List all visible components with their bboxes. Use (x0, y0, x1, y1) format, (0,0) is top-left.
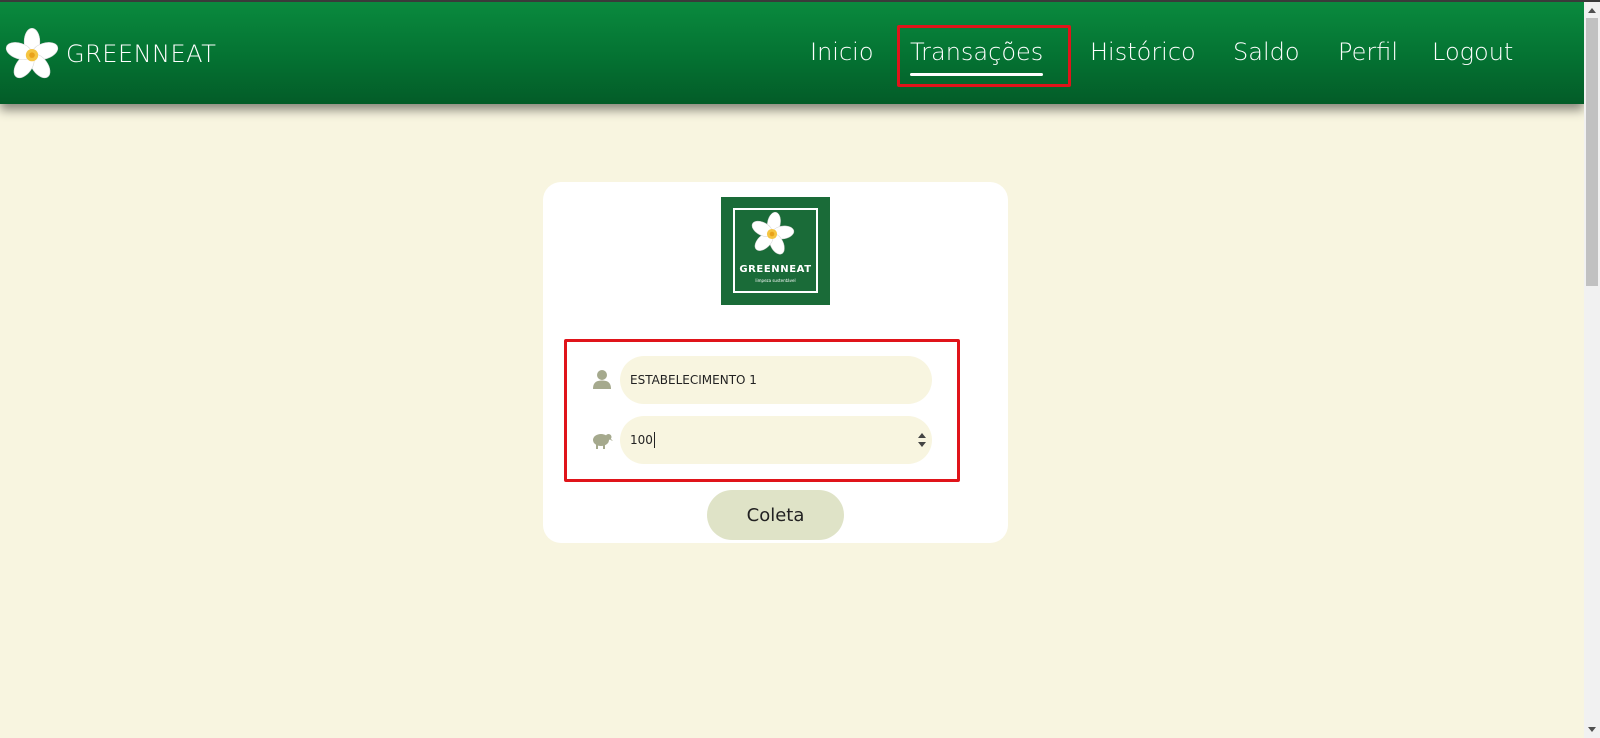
scroll-thumb[interactable] (1586, 18, 1598, 286)
logo-subtitle: limpeza sustentável (755, 278, 796, 283)
brand[interactable]: GREENNEAT (4, 24, 216, 84)
animal-icon (593, 434, 613, 449)
nav-saldo[interactable]: Saldo (1233, 38, 1300, 66)
transaction-card: GREENNEAT limpeza sustentável ESTABELECI… (543, 182, 1008, 543)
nav-historico[interactable]: Histórico (1090, 38, 1196, 66)
scroll-up-arrow-icon[interactable] (1588, 8, 1596, 13)
window-top-border (0, 0, 1600, 2)
nav-perfil[interactable]: Perfil (1338, 38, 1398, 66)
user-icon (593, 370, 611, 389)
establishment-field[interactable]: ESTABELECIMENTO 1 (620, 356, 932, 404)
scroll-down-arrow-icon[interactable] (1588, 727, 1596, 732)
highlight-box-nav (897, 25, 1071, 87)
nav-logout[interactable]: Logout (1432, 38, 1513, 66)
quantity-value: 100 (630, 433, 653, 447)
quantity-input[interactable]: 100 (620, 416, 932, 464)
nav-inicio[interactable]: Inicio (810, 38, 874, 66)
text-cursor (653, 432, 655, 448)
brand-name: GREENNEAT (66, 40, 217, 68)
plumeria-flower-icon (5, 27, 59, 79)
stepper-down-icon[interactable] (918, 442, 926, 447)
top-navbar: GREENNEAT Inicio Transações Histórico Sa… (0, 2, 1584, 104)
stepper-up-icon[interactable] (918, 433, 926, 438)
establishment-value: ESTABELECIMENTO 1 (630, 373, 757, 387)
quantity-stepper[interactable] (917, 432, 926, 448)
greenneat-logo: GREENNEAT limpeza sustentável (721, 197, 830, 305)
vertical-scrollbar[interactable] (1584, 2, 1600, 738)
logo-title: GREENNEAT (739, 264, 812, 275)
coleta-button[interactable]: Coleta (707, 490, 844, 540)
logo-flower-icon (751, 211, 795, 255)
